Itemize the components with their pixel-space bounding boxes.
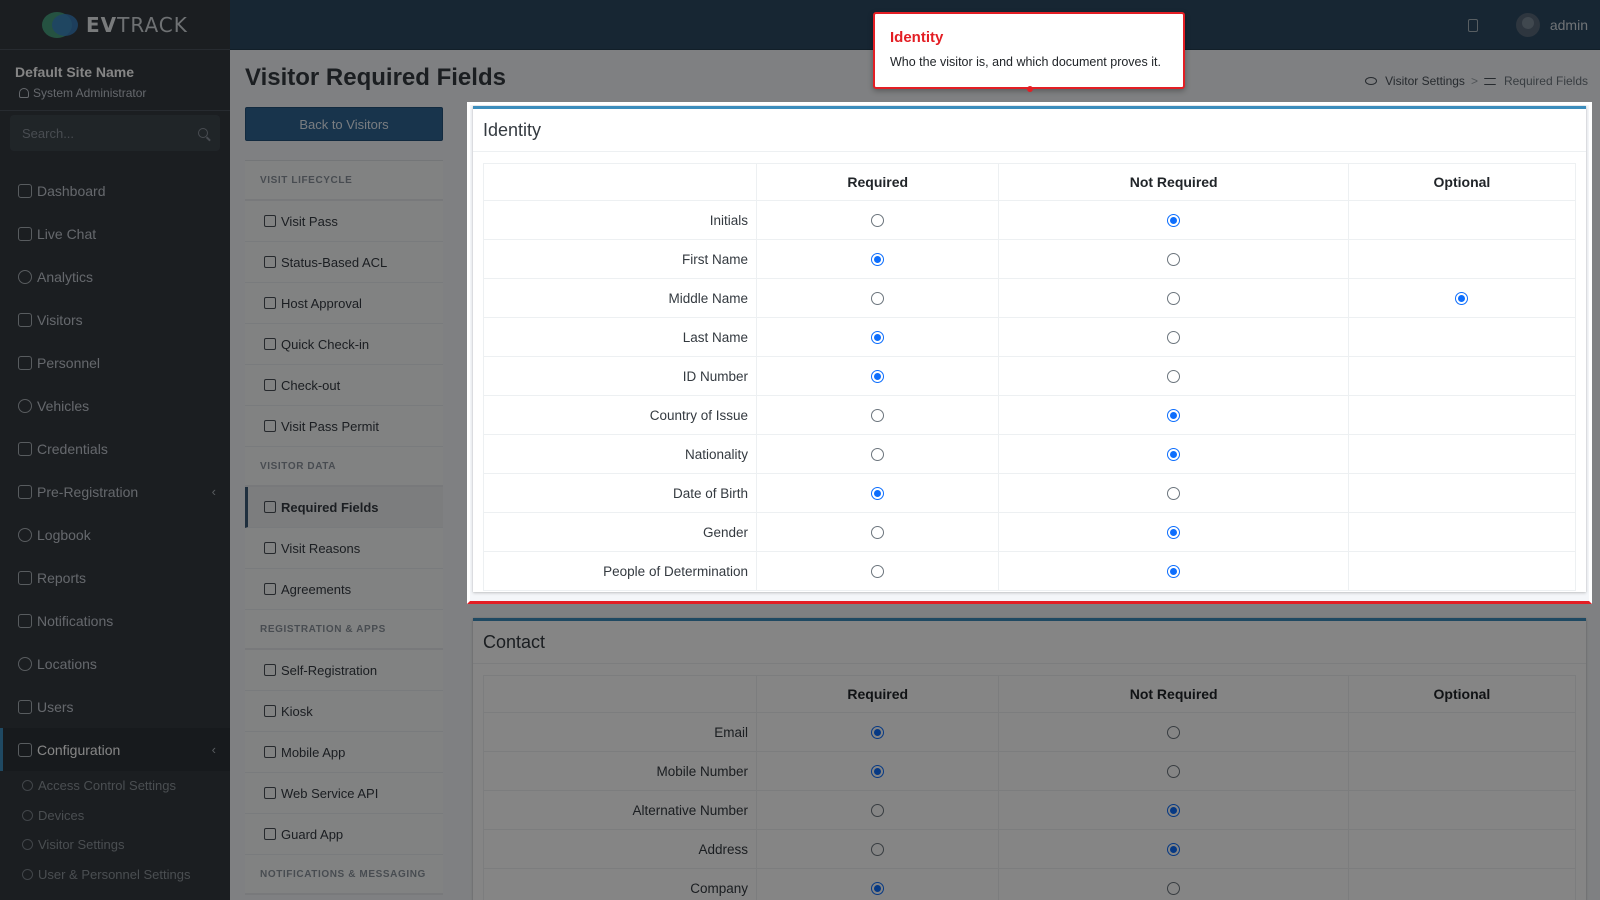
field-label: Nationality (483, 434, 757, 474)
radio-people-of-determination-required[interactable] (871, 565, 885, 579)
radio-id-number-required[interactable] (871, 370, 885, 384)
radio-initials-required[interactable] (871, 214, 885, 228)
radio-date-of-birth-required[interactable] (871, 487, 885, 501)
cell-not-required (998, 434, 1349, 474)
radio-id-number-not-required[interactable] (1167, 370, 1181, 384)
radio-middle-name-not-required[interactable] (1167, 292, 1181, 306)
table-row: People of Determination (483, 551, 1577, 591)
cell-not-required (998, 356, 1349, 396)
column-header-field (483, 163, 757, 201)
field-label: Last Name (483, 317, 757, 357)
field-label: Date of Birth (483, 473, 757, 513)
cell-not-required (998, 473, 1349, 513)
cell-not-required (998, 512, 1349, 552)
cell-required (755, 317, 1000, 357)
cell-optional (1347, 473, 1577, 513)
tour-overlay-left (0, 102, 467, 604)
tour-tooltip: Identity Who the visitor is, and which d… (873, 12, 1185, 92)
cell-not-required (998, 239, 1349, 279)
tour-overlay-right (1592, 102, 1600, 604)
cell-not-required (998, 395, 1349, 435)
table-row: Country of Issue (483, 395, 1577, 435)
cell-required (755, 551, 1000, 591)
radio-gender-required[interactable] (871, 526, 885, 540)
cell-optional (1347, 317, 1577, 357)
radio-country-of-issue-not-required[interactable] (1167, 409, 1181, 423)
radio-first-name-required[interactable] (871, 253, 885, 267)
column-header-optional: Optional (1347, 163, 1577, 201)
table-row: Initials (483, 200, 1577, 240)
cell-required (755, 200, 1000, 240)
radio-first-name-not-required[interactable] (1167, 253, 1181, 267)
table-row: First Name (483, 239, 1577, 279)
cell-required (755, 278, 1000, 318)
identity-card-title: Identity (473, 109, 1586, 152)
radio-nationality-not-required[interactable] (1167, 448, 1181, 462)
cell-required (755, 473, 1000, 513)
table-row: Nationality (483, 434, 1577, 474)
table-header-row: Required Not Required Optional (483, 163, 1577, 201)
cell-optional (1347, 434, 1577, 474)
tour-overlay-top (0, 0, 1600, 102)
radio-last-name-not-required[interactable] (1167, 331, 1181, 345)
tour-overlay-bottom (0, 604, 1600, 900)
cell-optional (1347, 200, 1577, 240)
table-row: Date of Birth (483, 473, 1577, 513)
cell-required (755, 395, 1000, 435)
radio-nationality-required[interactable] (871, 448, 885, 462)
table-row: Middle Name (483, 278, 1577, 318)
cell-required (755, 356, 1000, 396)
field-label: Country of Issue (483, 395, 757, 435)
cell-optional (1347, 395, 1577, 435)
cell-optional (1347, 356, 1577, 396)
radio-middle-name-optional[interactable] (1455, 292, 1469, 306)
radio-last-name-required[interactable] (871, 331, 885, 345)
cell-not-required (998, 551, 1349, 591)
cell-not-required (998, 317, 1349, 357)
field-label: First Name (483, 239, 757, 279)
radio-middle-name-required[interactable] (871, 292, 885, 306)
cell-optional (1347, 278, 1577, 318)
identity-card: Identity Required Not Required Optional Ini… (473, 106, 1586, 592)
field-label: Gender (483, 512, 757, 552)
field-label: People of Determination (483, 551, 757, 591)
radio-date-of-birth-not-required[interactable] (1167, 487, 1181, 501)
radio-initials-not-required[interactable] (1167, 214, 1181, 228)
field-label: Middle Name (483, 278, 757, 318)
cell-required (755, 434, 1000, 474)
field-label: Initials (483, 200, 757, 240)
column-header-not-required: Not Required (998, 163, 1349, 201)
radio-people-of-determination-not-required[interactable] (1167, 565, 1181, 579)
table-row: ID Number (483, 356, 1577, 396)
cell-optional (1347, 551, 1577, 591)
tour-tooltip-text: Who the visitor is, and which document p… (890, 55, 1161, 69)
cell-optional (1347, 512, 1577, 552)
tour-tooltip-title: Identity (890, 29, 944, 46)
cell-not-required (998, 278, 1349, 318)
radio-gender-not-required[interactable] (1167, 526, 1181, 540)
radio-country-of-issue-required[interactable] (871, 409, 885, 423)
table-row: Last Name (483, 317, 1577, 357)
cell-not-required (998, 200, 1349, 240)
cell-required (755, 512, 1000, 552)
column-header-required: Required (755, 163, 1000, 201)
table-row: Gender (483, 512, 1577, 552)
identity-fields-table: Required Not Required Optional Initials Firs… (483, 163, 1577, 591)
field-label: ID Number (483, 356, 757, 396)
cell-optional (1347, 239, 1577, 279)
cell-required (755, 239, 1000, 279)
